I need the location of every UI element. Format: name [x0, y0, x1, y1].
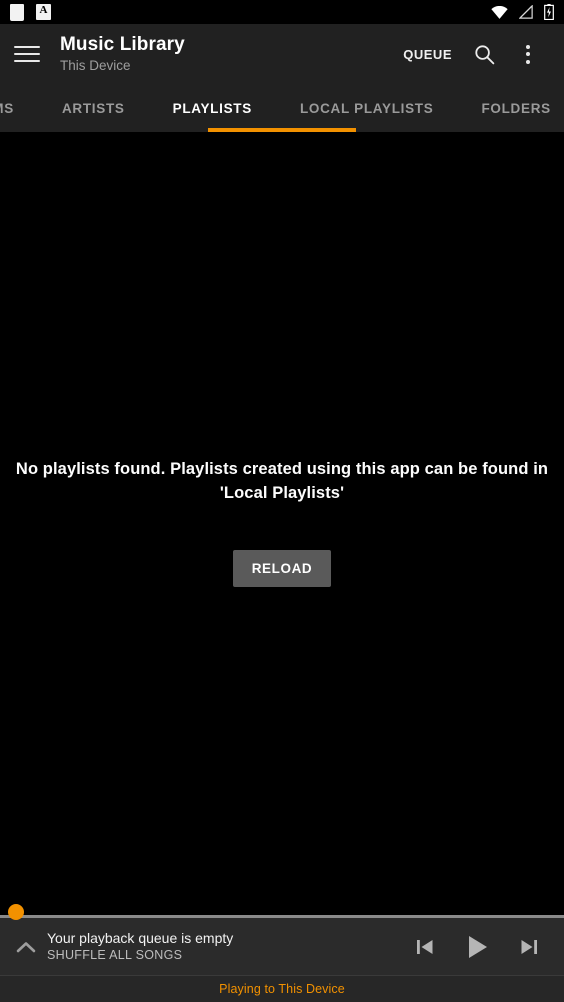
dot — [526, 52, 530, 56]
search-button[interactable] — [462, 32, 506, 76]
expand-player-button[interactable] — [8, 929, 44, 965]
search-icon — [474, 44, 495, 65]
note-icon — [10, 3, 24, 21]
content-area: No playlists found. Playlists created us… — [0, 132, 564, 918]
seek-thumb[interactable] — [8, 904, 24, 920]
shuffle-all-songs-label: SHUFFLE ALL SONGS — [47, 948, 183, 962]
battery-charging-icon — [544, 4, 554, 20]
tab-folders[interactable]: FOLDERS — [457, 84, 564, 132]
app-screen: A Music Library This Device QUEUE S ARTI… — [0, 0, 564, 1002]
previous-button[interactable] — [402, 924, 448, 970]
reload-button[interactable]: RELOAD — [232, 550, 332, 587]
more-vertical-icon — [526, 44, 530, 64]
hamburger-line — [14, 53, 40, 55]
next-button[interactable] — [506, 924, 552, 970]
app-bar-actions: QUEUE — [393, 32, 550, 76]
page-subtitle: This Device — [60, 57, 131, 73]
casting-status-bar[interactable]: Playing to This Device — [0, 975, 564, 1002]
play-button[interactable] — [454, 924, 500, 970]
tab-bar: ALBUMS ARTISTS PLAYLISTS LOCAL PLAYLISTS… — [0, 84, 564, 132]
overflow-menu-button[interactable] — [506, 32, 550, 76]
status-bar-right-icons — [491, 4, 554, 20]
skip-next-icon — [518, 936, 540, 958]
player-controls — [402, 924, 564, 970]
queue-button[interactable]: QUEUE — [393, 39, 462, 70]
tab-playlists[interactable]: PLAYLISTS — [149, 84, 276, 132]
hamburger-menu-icon[interactable] — [14, 41, 40, 67]
wifi-icon — [491, 5, 508, 19]
playback-bar: Your playback queue is empty SHUFFLE ALL… — [0, 904, 564, 975]
no-signal-icon — [519, 5, 533, 19]
title-block: Music Library This Device — [60, 34, 185, 75]
status-bar-left-icons: A — [10, 3, 51, 21]
tab-strip: ALBUMS ARTISTS PLAYLISTS LOCAL PLAYLISTS… — [0, 84, 564, 132]
page-title: Music Library — [60, 33, 185, 55]
dot — [526, 44, 530, 49]
queue-status-text: Your playback queue is empty — [47, 930, 234, 946]
tab-albums[interactable]: ALBUMS — [0, 84, 38, 132]
tab-artists[interactable]: ARTISTS — [38, 84, 149, 132]
hamburger-line — [14, 46, 40, 48]
keyboard-language-icon: A — [36, 4, 51, 20]
empty-state-message: No playlists found. Playlists created us… — [15, 460, 549, 502]
skip-previous-icon — [414, 936, 436, 958]
chevron-up-icon — [16, 941, 36, 953]
dot — [526, 59, 530, 64]
hamburger-line — [14, 60, 40, 62]
player-text-block[interactable]: Your playback queue is empty SHUFFLE ALL… — [47, 929, 233, 964]
tab-local-playlists[interactable]: LOCAL PLAYLISTS — [276, 84, 458, 132]
play-icon — [463, 933, 491, 961]
casting-status-text: Playing to This Device — [219, 982, 345, 996]
empty-state: No playlists found. Playlists created us… — [0, 457, 564, 587]
seek-bar[interactable] — [0, 904, 564, 920]
status-bar: A — [0, 0, 564, 24]
app-bar: Music Library This Device QUEUE — [0, 24, 564, 84]
